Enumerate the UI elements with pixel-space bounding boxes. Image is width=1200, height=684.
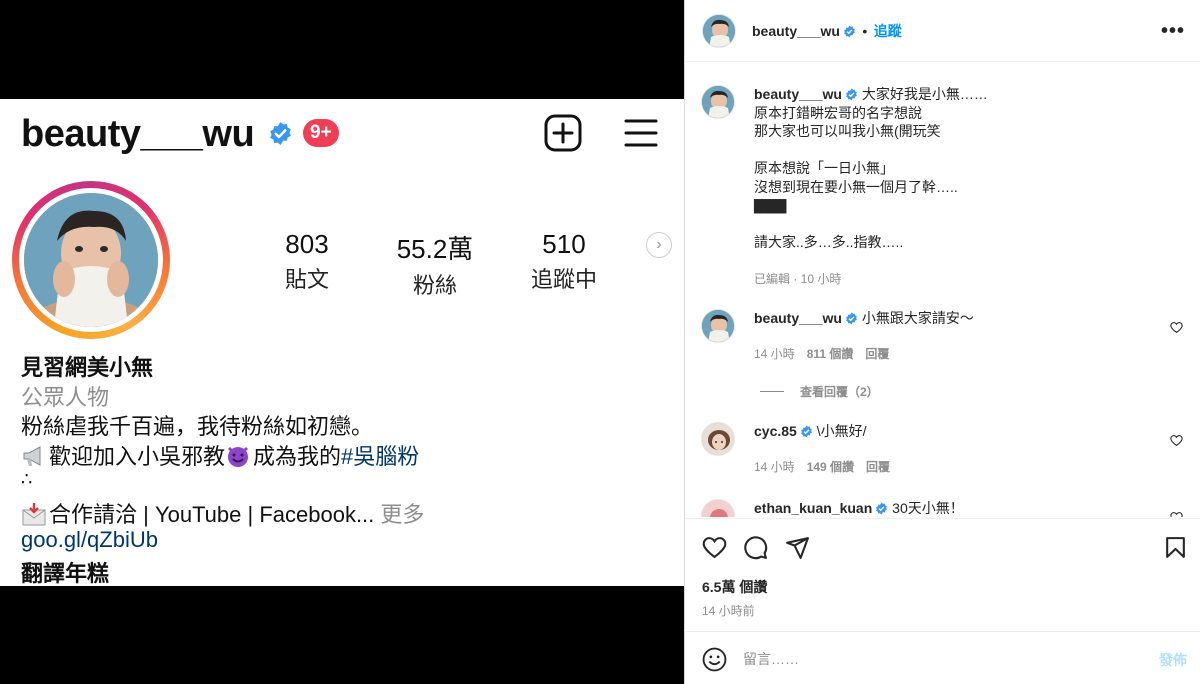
more-options-icon[interactable]: ••• (1161, 20, 1185, 43)
comment-text: \小無好/ (816, 423, 867, 439)
comment-text: 30天小無！ (892, 500, 964, 516)
bio-line: 粉絲虐我千百遍，我待粉絲如初戀。 (21, 414, 374, 439)
post-header: beauty___wu • 追蹤 ••• (685, 0, 1200, 62)
display-name: 見習網美小無 (21, 355, 154, 380)
comment-input[interactable] (743, 648, 1123, 670)
comment-text: 小無跟大家請安～ (861, 310, 974, 326)
profile-screenshot-panel: beauty___wu 9+ 803 貼文 55.2萬 粉絲 510 追蹤中 見… (0, 0, 684, 684)
comment-item: ethan_kuan_kuan 30天小無！ (701, 499, 1191, 517)
comment-likes[interactable]: 149 個讚 (807, 460, 854, 474)
avatar[interactable] (701, 499, 735, 517)
heart-icon[interactable] (1170, 321, 1183, 334)
menu-icon[interactable] (624, 117, 658, 149)
reply-button[interactable]: 回覆 (866, 460, 890, 474)
stat-following[interactable]: 510 追蹤中 (527, 229, 601, 294)
heart-icon[interactable] (1170, 434, 1183, 447)
verified-badge-icon (846, 88, 857, 101)
verified-badge-icon (876, 502, 888, 515)
comment-username[interactable]: beauty___wu (754, 310, 842, 326)
post-actions: 6.5萬 個讚 14 小時前 (685, 518, 1200, 630)
profile-card: beauty___wu 9+ 803 貼文 55.2萬 粉絲 510 追蹤中 見… (0, 99, 684, 586)
bio-line: 歡迎加入小吳邪教 成為我的#吳腦粉 (21, 439, 419, 471)
new-post-icon[interactable] (544, 114, 582, 152)
avatar[interactable] (701, 85, 735, 119)
profile-avatar[interactable] (12, 181, 170, 339)
caption-meta: 已編輯 · 10 小時 (754, 272, 842, 286)
caption: beauty___wu 大家好我是小無…… 原本打錯畊宏哥的名字想說 那大家也可… (701, 85, 1191, 295)
megaphone-icon (23, 446, 41, 466)
post-comment-button[interactable]: 發佈 (1159, 650, 1187, 670)
comment-bubble-icon[interactable] (743, 535, 768, 560)
post-time: 14 小時前 (702, 604, 755, 618)
verified-badge-icon (846, 312, 857, 325)
smiling-devil-icon (227, 446, 249, 467)
verified-badge-icon (800, 425, 812, 438)
bio-line: ∴ (21, 469, 33, 489)
stat-posts[interactable]: 803 貼文 (281, 229, 333, 294)
view-replies-button[interactable]: 查看回覆（2） (760, 383, 879, 400)
share-paper-plane-icon[interactable] (785, 535, 810, 560)
comment-item: beauty___wu 小無跟大家請安～ 14 小時 811 個讚 回覆 (701, 309, 1191, 369)
comment-time: 14 小時 (754, 347, 795, 361)
comment-time: 14 小時 (754, 460, 795, 474)
avatar-image (24, 193, 158, 327)
likes-count[interactable]: 6.5萬 個讚 (702, 577, 767, 597)
notification-badge[interactable]: 9+ (303, 119, 339, 147)
envelope-icon (22, 503, 46, 526)
comment-likes[interactable]: 811 個讚 (807, 347, 854, 361)
profile-category: 公眾人物 (21, 385, 110, 410)
avatar[interactable] (701, 422, 735, 456)
comment-username[interactable]: ethan_kuan_kuan (754, 500, 872, 516)
comments-list[interactable]: beauty___wu 大家好我是小無…… 原本打錯畊宏哥的名字想說 那大家也可… (685, 63, 1200, 517)
caption-text: 大家好我是小無…… 原本打錯畊宏哥的名字想說 那大家也可以叫我小無(開玩笑 原本… (754, 86, 988, 250)
reply-button[interactable]: 回覆 (865, 347, 889, 361)
caption-username[interactable]: beauty___wu (754, 86, 842, 102)
verified-badge-icon (844, 25, 855, 38)
emoji-smile-icon[interactable] (702, 647, 727, 672)
comment-username[interactable]: cyc.85 (754, 423, 797, 439)
bio-line: 合作請洽 | YouTube | Facebook... 更多 (21, 497, 424, 529)
post-details-panel: beauty___wu • 追蹤 ••• beauty___wu 大家好我是小無… (684, 0, 1200, 684)
add-comment-bar: 發佈 (685, 631, 1200, 684)
comment-item: cyc.85 \小無好/ 14 小時 149 個讚 回覆 (701, 422, 1191, 482)
bio-external-link[interactable]: goo.gl/qZbiUb (21, 527, 158, 553)
avatar[interactable] (701, 309, 735, 343)
bio-more-link[interactable]: 更多 (374, 502, 424, 527)
save-bookmark-icon[interactable] (1163, 535, 1188, 560)
follow-button[interactable]: 追蹤 (874, 23, 902, 39)
verified-badge-icon (270, 122, 291, 145)
avatar[interactable] (702, 14, 736, 48)
post-author-username[interactable]: beauty___wu (752, 23, 840, 39)
heart-icon[interactable] (1170, 511, 1183, 517)
next-slide-button[interactable]: › (646, 232, 672, 258)
like-heart-icon[interactable] (702, 535, 727, 560)
hashtag-link[interactable]: #吳腦粉 (341, 444, 419, 469)
stat-followers[interactable]: 55.2萬 粉絲 (392, 229, 478, 300)
translate-label: 翻譯年糕 (21, 561, 110, 586)
profile-username: beauty___wu (21, 113, 255, 155)
